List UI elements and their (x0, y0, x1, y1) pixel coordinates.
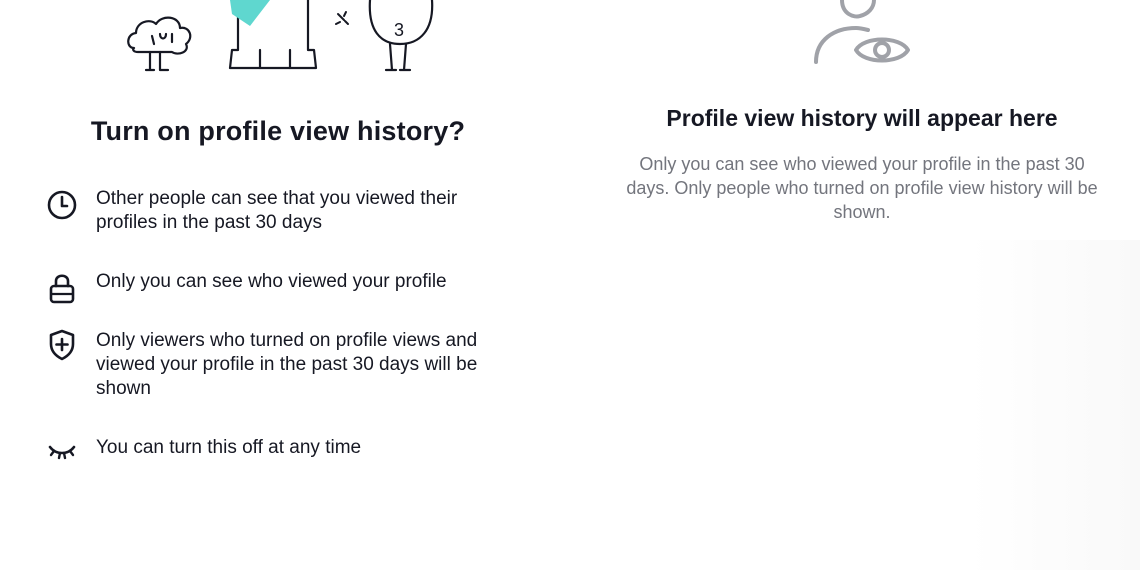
profile-eye-icon (814, 0, 910, 64)
shield-plus-icon (49, 329, 75, 361)
profile-view-optin-panel: 3 Turn on profile view history? Other pe… (0, 0, 560, 570)
feature-text: Only viewers who turned on profile views… (96, 330, 478, 399)
clock-icon (47, 190, 77, 220)
empty-state-title: Profile view history will appear here (666, 105, 1058, 131)
closed-eye-icon (48, 445, 76, 460)
cloud-doodle (127, 16, 192, 72)
optin-title: Turn on profile view history? (90, 116, 466, 146)
empty-state-description: Only you can see who viewed your profile… (626, 154, 1098, 222)
feature-item-turn-off: You can turn this off at any time (44, 436, 514, 466)
feature-item-viewers: Only viewers who turned on profile views… (44, 329, 514, 409)
sparkle-doodle (335, 11, 349, 25)
feature-text: You can turn this off at any time (96, 437, 362, 458)
background-fade (970, 240, 1140, 570)
lock-icon (49, 274, 75, 304)
feature-item-visibility: Other people can see that you viewed the… (44, 187, 514, 247)
feature-text: Only you can see who viewed your profile (96, 271, 447, 292)
svg-text:3: 3 (394, 20, 404, 40)
teal-sash (230, 0, 270, 26)
feature-text: Other people can see that you viewed the… (96, 188, 458, 233)
illustration-doodles: 3 (127, 0, 434, 72)
feature-item-privacy: Only you can see who viewed your profile (44, 270, 514, 304)
